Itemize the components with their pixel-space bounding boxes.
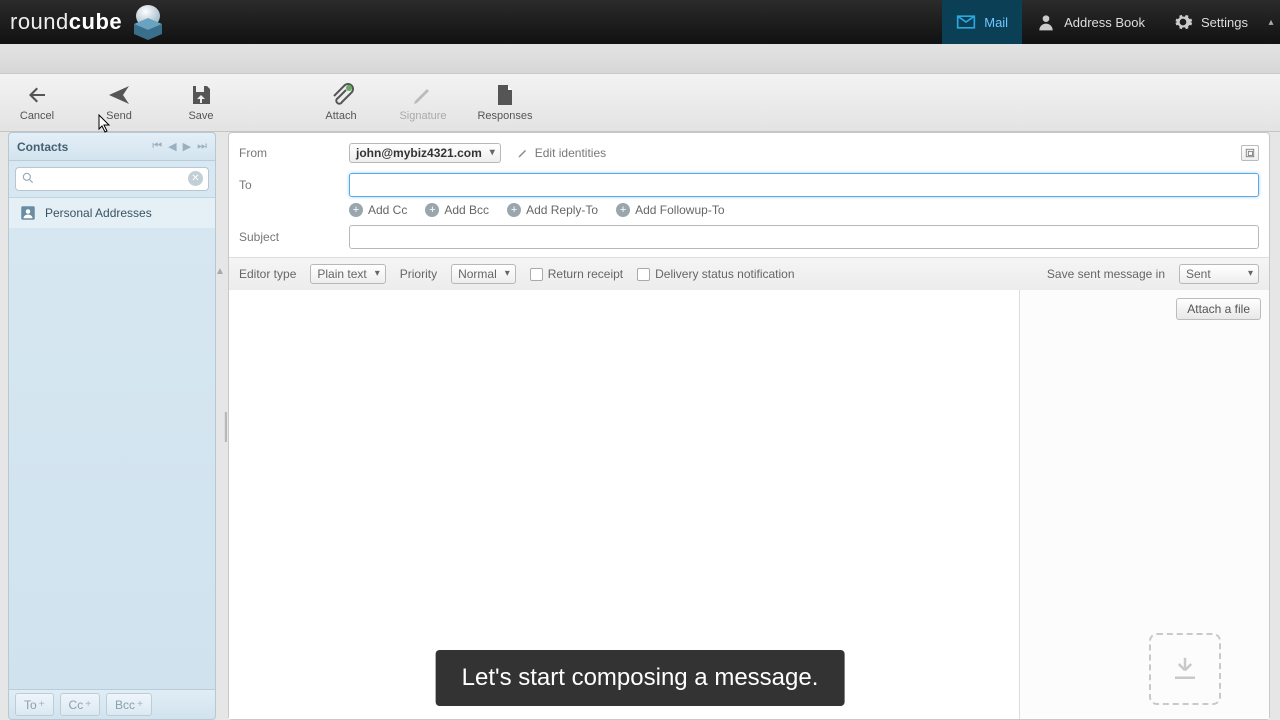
send-label: Send [106, 110, 132, 122]
nav-mail[interactable]: Mail [942, 0, 1022, 44]
save-button[interactable]: Save [174, 83, 228, 122]
address-list: Personal Addresses [9, 198, 215, 689]
cube-icon [128, 2, 168, 42]
nav-settings[interactable]: Settings [1159, 0, 1262, 44]
app-name: roundcube [10, 9, 122, 35]
insert-to-button[interactable]: To+ [15, 693, 54, 716]
contacts-sidebar: Contacts ⏮ ◀ ▶ ⏭ ✕ Personal Addresses To… [8, 132, 216, 720]
editor-type-select[interactable]: Plain text [310, 264, 385, 284]
signature-button[interactable]: Signature [396, 83, 450, 122]
top-nav: Mail Address Book Settings ▴ [942, 0, 1280, 44]
nav-address-book-label: Address Book [1064, 15, 1145, 30]
plus-icon: + [507, 203, 521, 217]
pager-prev-icon[interactable]: ◀ [168, 140, 176, 153]
send-button[interactable]: Send [92, 83, 146, 122]
addressbook-icon [19, 204, 37, 222]
attachment-dropzone[interactable] [1149, 633, 1221, 705]
dsn-checkbox[interactable]: Delivery status notification [637, 267, 794, 281]
app-logo: roundcube [0, 2, 168, 42]
checkbox-icon [637, 268, 650, 281]
checkbox-icon [530, 268, 543, 281]
cancel-button[interactable]: Cancel [10, 83, 64, 122]
save-label: Save [188, 110, 213, 122]
return-receipt-checkbox[interactable]: Return receipt [530, 267, 623, 281]
send-icon [105, 83, 133, 107]
responses-label: Responses [477, 110, 532, 122]
compose-panel: From john@mybiz4321.com Edit identities … [228, 132, 1270, 720]
save-in-label: Save sent message in [1047, 267, 1165, 281]
sidebar-search-row: ✕ [9, 161, 215, 198]
tutorial-caption: Let's start composing a message. [436, 650, 845, 706]
pager-last-icon[interactable]: ⏭ [197, 140, 207, 153]
gear-icon [1173, 12, 1193, 32]
nav-mail-label: Mail [984, 15, 1008, 30]
plus-icon: + [349, 203, 363, 217]
attachments-pane: Attach a file [1019, 290, 1269, 719]
signature-label: Signature [399, 110, 446, 122]
plus-icon: + [616, 203, 630, 217]
subject-label: Subject [239, 230, 339, 244]
download-arrow-icon [1170, 654, 1200, 684]
search-icon [21, 171, 35, 185]
sidebar-search-input[interactable] [15, 167, 209, 191]
pencil-icon [409, 83, 437, 107]
cancel-label: Cancel [20, 110, 54, 122]
save-icon [187, 83, 215, 107]
responses-button[interactable]: Responses [478, 83, 532, 122]
address-book-item-label: Personal Addresses [45, 206, 152, 220]
insert-bcc-button[interactable]: Bcc+ [106, 693, 152, 716]
pager-first-icon[interactable]: ⏮ [152, 140, 162, 153]
nav-address-book[interactable]: Address Book [1022, 0, 1159, 44]
attach-button[interactable]: Attach [314, 83, 368, 122]
compose-options-row: ▲ Editor type Plain text Priority Normal… [229, 257, 1269, 290]
mail-icon [956, 12, 976, 32]
sidebar-footer: To+ Cc+ Bcc+ [9, 689, 215, 719]
from-label: From [239, 146, 339, 160]
subject-input[interactable] [349, 225, 1259, 249]
compose-headers: From john@mybiz4321.com Edit identities … [229, 133, 1269, 257]
back-arrow-icon [23, 83, 51, 107]
priority-select[interactable]: Normal [451, 264, 516, 284]
edit-identities-label: Edit identities [535, 146, 606, 160]
add-reply-to-link[interactable]: +Add Reply-To [507, 203, 598, 217]
toolbar: Cancel Send Save Attach Signature Respon… [0, 74, 1280, 132]
sidebar-header: Contacts ⏮ ◀ ▶ ⏭ [9, 133, 215, 161]
from-select[interactable]: john@mybiz4321.com [349, 143, 501, 163]
add-followup-to-link[interactable]: +Add Followup-To [616, 203, 724, 217]
search-clear-icon[interactable]: ✕ [188, 171, 203, 186]
insert-cc-button[interactable]: Cc+ [60, 693, 101, 716]
editor-type-label: Editor type [239, 267, 296, 281]
subject-row: Subject [239, 223, 1259, 251]
popout-icon [1245, 148, 1255, 158]
popout-button[interactable] [1241, 145, 1259, 161]
plus-icon: + [425, 203, 439, 217]
priority-label: Priority [400, 267, 437, 281]
add-cc-link[interactable]: +Add Cc [349, 203, 407, 217]
top-bar: roundcube Mail Address Book Settings ▴ [0, 0, 1280, 44]
nav-settings-label: Settings [1201, 15, 1248, 30]
sidebar-title: Contacts [17, 140, 152, 154]
pager-next-icon[interactable]: ▶ [183, 140, 191, 153]
main-area: Contacts ⏮ ◀ ▶ ⏭ ✕ Personal Addresses To… [0, 132, 1280, 720]
paperclip-icon [327, 83, 355, 107]
to-row: To [239, 171, 1259, 199]
person-icon [1036, 12, 1056, 32]
sidebar-pager: ⏮ ◀ ▶ ⏭ [152, 140, 207, 153]
document-icon [491, 83, 519, 107]
save-in-select[interactable]: Sent [1179, 264, 1259, 284]
nav-caret-icon[interactable]: ▴ [1262, 0, 1280, 44]
address-book-item[interactable]: Personal Addresses [9, 198, 215, 228]
attach-file-button[interactable]: Attach a file [1176, 298, 1261, 320]
pencil-small-icon [517, 147, 529, 159]
to-input[interactable] [349, 173, 1259, 197]
from-row: From john@mybiz4321.com Edit identities [239, 139, 1259, 167]
grey-band [0, 44, 1280, 74]
collapse-options-icon[interactable]: ▲ [215, 266, 225, 277]
add-recipients-row: +Add Cc +Add Bcc +Add Reply-To +Add Foll… [239, 203, 1259, 217]
to-label: To [239, 178, 339, 192]
attach-label: Attach [325, 110, 356, 122]
add-bcc-link[interactable]: +Add Bcc [425, 203, 489, 217]
edit-identities-link[interactable]: Edit identities [517, 146, 606, 160]
